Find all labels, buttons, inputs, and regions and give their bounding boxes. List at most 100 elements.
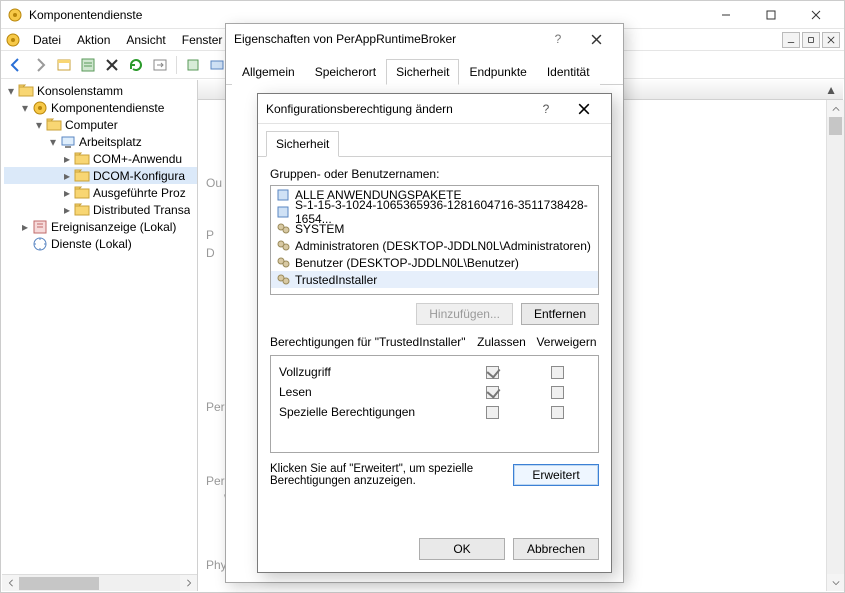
- allow-special-checkbox[interactable]: [486, 406, 499, 419]
- expander-icon[interactable]: ▾: [4, 84, 18, 98]
- tool-extra1-button[interactable]: [182, 54, 204, 76]
- close-button[interactable]: [577, 28, 615, 50]
- tree-label: Komponentendienste: [51, 101, 164, 115]
- nav-forward-button[interactable]: [29, 54, 51, 76]
- tool-properties-button[interactable]: [77, 54, 99, 76]
- deny-full-checkbox[interactable]: [551, 366, 564, 379]
- scroll-thumb[interactable]: [829, 117, 842, 135]
- column-allow: Zulassen: [469, 335, 534, 349]
- perm-row-read: Lesen: [279, 382, 590, 402]
- close-button[interactable]: [793, 5, 838, 25]
- help-button[interactable]: ?: [539, 28, 577, 50]
- permissions-titlebar[interactable]: Konfigurationsberechtigung ändern ?: [258, 94, 611, 124]
- remove-button[interactable]: Entfernen: [521, 303, 599, 325]
- properties-tabs: Allgemein Speicherort Sicherheit Endpunk…: [226, 58, 623, 85]
- minimize-button[interactable]: [703, 5, 748, 25]
- deny-special-checkbox[interactable]: [551, 406, 564, 419]
- tree-node-compsvc[interactable]: ▾ Komponentendienste: [4, 99, 197, 116]
- list-item[interactable]: Benutzer (DESKTOP-JDDLN0L\Benutzer): [271, 254, 598, 271]
- tree-node-computer[interactable]: ▾ Computer: [4, 116, 197, 133]
- expander-icon[interactable]: ▸: [60, 203, 74, 217]
- tool-refresh-button[interactable]: [125, 54, 147, 76]
- scroll-track[interactable]: [827, 117, 844, 574]
- folder-icon: [74, 168, 90, 184]
- permissions-table: Vollzugriff Lesen Spezielle Berechtigung…: [270, 355, 599, 453]
- scroll-down-button[interactable]: [827, 574, 844, 591]
- mdi-restore[interactable]: [802, 32, 820, 48]
- services-icon: [32, 236, 48, 252]
- menu-action[interactable]: Aktion: [69, 31, 118, 49]
- tab-storage[interactable]: Speicherort: [305, 59, 386, 85]
- event-icon: [32, 219, 48, 235]
- list-item[interactable]: S-1-15-3-1024-1065365936-1281604716-3511…: [271, 203, 598, 220]
- permissions-title: Konfigurationsberechtigung ändern: [266, 102, 527, 116]
- list-scrollbar-vertical[interactable]: [826, 100, 843, 591]
- tree-node-complus[interactable]: ▸ COM+-Anwendu: [4, 150, 197, 167]
- expander-icon[interactable]: ▾: [32, 118, 46, 132]
- tree-label: Konsolenstamm: [37, 84, 123, 98]
- close-button[interactable]: [565, 98, 603, 120]
- tool-showhide-button[interactable]: [53, 54, 75, 76]
- scroll-right-button[interactable]: [180, 575, 197, 592]
- scroll-left-button[interactable]: [2, 575, 19, 592]
- main-title: Komponentendienste: [29, 8, 703, 22]
- principals-listbox[interactable]: ALLE ANWENDUNGSPAKETE S-1-15-3-1024-1065…: [270, 185, 599, 295]
- list-item[interactable]: TrustedInstaller: [271, 271, 598, 288]
- allow-read-checkbox[interactable]: [486, 386, 499, 399]
- expander-icon[interactable]: ▾: [18, 101, 32, 115]
- cancel-button[interactable]: Abbrechen: [513, 538, 599, 560]
- menu-view[interactable]: Ansicht: [118, 31, 173, 49]
- tree-label: Ausgeführte Proz: [93, 186, 186, 200]
- add-button: Hinzufügen...: [416, 303, 513, 325]
- tree-node-workplace[interactable]: ▾ Arbeitsplatz: [4, 133, 197, 150]
- mdi-close[interactable]: [822, 32, 840, 48]
- tree-node-console-root[interactable]: ▾ Konsolenstamm: [4, 82, 197, 99]
- tree[interactable]: ▾ Konsolenstamm ▾ Komponentendienste ▾ C…: [2, 80, 197, 252]
- menu-window[interactable]: Fenster: [174, 31, 231, 49]
- tab-general[interactable]: Allgemein: [232, 59, 305, 85]
- folder-icon: [46, 117, 62, 133]
- expander-icon[interactable]: ▾: [46, 135, 60, 149]
- tree-node-running[interactable]: ▸ Ausgeführte Proz: [4, 184, 197, 201]
- help-button[interactable]: ?: [527, 98, 565, 120]
- ok-button[interactable]: OK: [419, 538, 505, 560]
- perm-label: Spezielle Berechtigungen: [279, 405, 460, 419]
- tree-node-dcom[interactable]: ▸ DCOM-Konfigura: [4, 167, 197, 184]
- tree-node-dtc[interactable]: ▸ Distributed Transa: [4, 201, 197, 218]
- deny-read-checkbox[interactable]: [551, 386, 564, 399]
- mdi-minimize[interactable]: [782, 32, 800, 48]
- scroll-thumb[interactable]: [19, 577, 99, 590]
- perm-row-full: Vollzugriff: [279, 362, 590, 382]
- menu-file[interactable]: Datei: [25, 31, 69, 49]
- allow-full-checkbox[interactable]: [486, 366, 499, 379]
- tree-node-eventviewer[interactable]: ▸ Ereignisanzeige (Lokal): [4, 218, 197, 235]
- expander-icon[interactable]: ▸: [60, 152, 74, 166]
- group-icon: [275, 272, 291, 288]
- tab-identity[interactable]: Identität: [537, 59, 600, 85]
- tab-security[interactable]: Sicherheit: [386, 59, 459, 85]
- expander-icon[interactable]: ▸: [60, 186, 74, 200]
- properties-titlebar[interactable]: Eigenschaften von PerAppRuntimeBroker ?: [226, 24, 623, 54]
- tool-export-button[interactable]: [149, 54, 171, 76]
- advanced-button[interactable]: Erweitert: [513, 464, 599, 486]
- nav-back-button[interactable]: [5, 54, 27, 76]
- tree-node-services[interactable]: Dienste (Lokal): [4, 235, 197, 252]
- list-item[interactable]: Administratoren (DESKTOP-JDDLN0L\Adminis…: [271, 237, 598, 254]
- tab-endpoints[interactable]: Endpunkte: [459, 59, 536, 85]
- app-icon-small: [5, 32, 21, 48]
- obscured-text: D: [206, 246, 215, 260]
- perm-label: Lesen: [279, 385, 460, 399]
- tree-label: Ereignisanzeige (Lokal): [51, 220, 176, 234]
- obscured-text: Per: [206, 400, 225, 414]
- scroll-track[interactable]: [19, 575, 180, 592]
- maximize-button[interactable]: [748, 5, 793, 25]
- tree-label: Computer: [65, 118, 118, 132]
- perm-label: Vollzugriff: [279, 365, 460, 379]
- tab-security[interactable]: Sicherheit: [266, 131, 339, 157]
- scroll-up-button[interactable]: [827, 100, 844, 117]
- obscured-text: P: [206, 228, 214, 242]
- tool-delete-button[interactable]: [101, 54, 123, 76]
- expander-icon[interactable]: ▸: [60, 169, 74, 183]
- tree-scrollbar-horizontal[interactable]: [2, 574, 197, 591]
- tree-label: Distributed Transa: [93, 203, 190, 217]
